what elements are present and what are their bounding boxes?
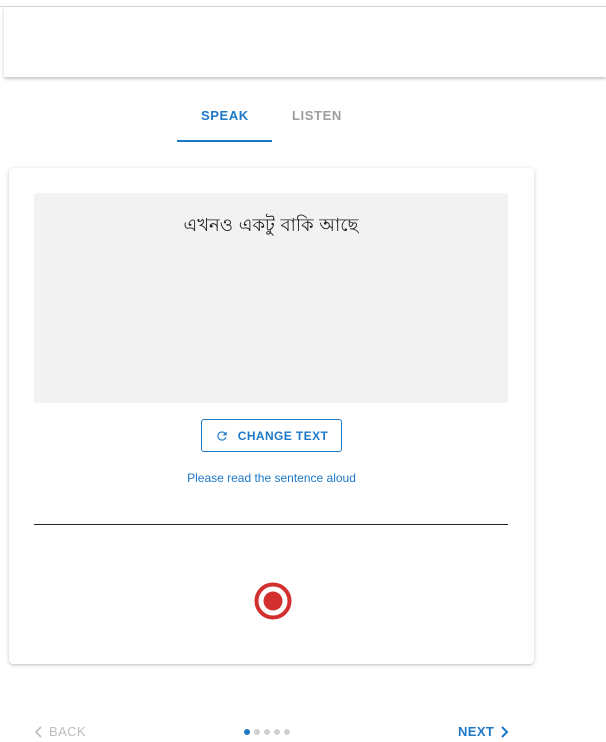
tab-listen[interactable]: LISTEN <box>292 108 342 123</box>
refresh-icon <box>217 430 227 441</box>
back-button[interactable]: BACK <box>34 724 86 739</box>
mode-tabs: SPEAK LISTEN <box>0 98 606 144</box>
record-button[interactable] <box>253 581 293 621</box>
step-dot <box>274 729 280 735</box>
chevron-left-icon <box>34 725 42 738</box>
instruction-text: Please read the sentence aloud <box>187 471 356 485</box>
tab-speak[interactable]: SPEAK <box>201 108 249 123</box>
active-tab-indicator <box>177 140 272 142</box>
step-dot <box>244 729 250 735</box>
step-indicator <box>244 729 290 735</box>
change-text-button[interactable]: CHANGE TEXT <box>201 419 342 452</box>
app-bar <box>4 7 606 77</box>
step-dot <box>264 729 270 735</box>
sentence-text: এখনও একটু বাকি আছে <box>183 215 359 236</box>
step-dot <box>284 729 290 735</box>
chevron-right-icon <box>501 725 509 738</box>
speak-card: এখনও একটু বাকি আছে CHANGE TEXT Please re… <box>9 168 534 664</box>
record-icon <box>254 582 292 620</box>
sentence-box: এখনও একটু বাকি আছে <box>34 193 508 403</box>
change-text-label: CHANGE TEXT <box>237 428 329 443</box>
back-label: BACK <box>49 724 87 739</box>
next-label: NEXT <box>458 724 495 739</box>
step-dot <box>254 729 260 735</box>
wizard-footer: BACK NEXT <box>0 720 606 742</box>
audio-waveform-line <box>34 524 508 525</box>
next-button[interactable]: NEXT <box>458 724 509 739</box>
